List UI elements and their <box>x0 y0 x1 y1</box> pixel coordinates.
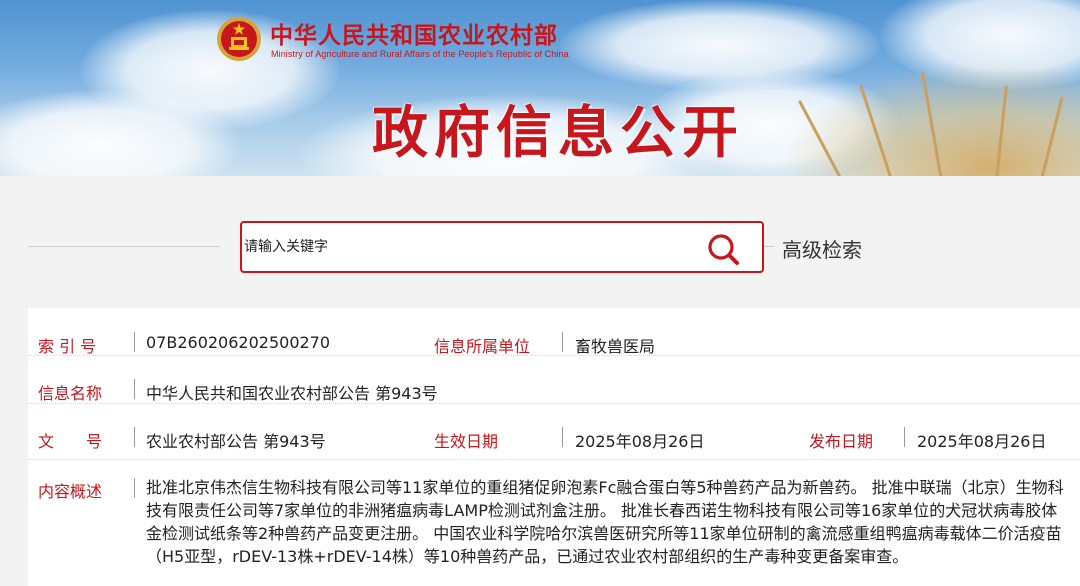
ministry-name-cn: 中华人民共和国农业农村部 <box>270 22 558 49</box>
separator <box>562 427 563 447</box>
unit-value: 畜牧兽医局 <box>575 337 656 356</box>
summary-text: 批准北京伟杰信生物科技有限公司等11家单位的重组猪促卵泡素Fc融合蛋白等5种兽药… <box>146 478 1064 566</box>
separator <box>562 332 563 352</box>
info-row-summary: 内容概述 批准北京伟杰信生物科技有限公司等11家单位的重组猪促卵泡素Fc融合蛋白… <box>28 476 1080 586</box>
advanced-search-link[interactable]: 高级检索 <box>782 234 862 263</box>
index-value: 07B260206202500270 <box>146 333 331 352</box>
info-panel: 索 引 号 07B260206202500270 信息所属单位 畜牧兽医局 信息… <box>28 308 1080 586</box>
summary-label: 内容概述 <box>38 482 103 501</box>
name-label: 信息名称 <box>38 384 103 403</box>
search-box[interactable] <box>240 221 764 273</box>
banner-title: 政府信息公开 <box>372 101 744 166</box>
doc-number-label: 文 号 <box>38 432 103 451</box>
doc-number-value: 农业农村部公告 第943号 <box>146 432 326 451</box>
effective-date-value: 2025年08月26日 <box>575 432 705 451</box>
publish-date-label: 发布日期 <box>809 432 874 451</box>
info-row-doc: 文 号 农业农村部公告 第943号 生效日期 2025年08月26日 发布日期 … <box>28 404 1080 460</box>
search-input[interactable] <box>244 233 684 261</box>
separator <box>134 478 135 498</box>
separator <box>904 427 905 447</box>
wheat-decoration <box>780 60 1080 176</box>
name-value: 中华人民共和国农业农村部公告 第943号 <box>146 384 438 403</box>
index-label: 索 引 号 <box>38 337 97 356</box>
search-icon[interactable] <box>706 232 740 266</box>
unit-label: 信息所属单位 <box>434 337 531 356</box>
effective-date-label: 生效日期 <box>434 432 499 451</box>
ministry-name-en: Ministry of Agriculture and Rural Affair… <box>271 49 569 59</box>
info-row-name: 信息名称 中华人民共和国农业农村部公告 第943号 <box>28 356 1080 404</box>
divider-line <box>28 246 220 247</box>
national-emblem-icon <box>217 17 261 61</box>
publish-date-value: 2025年08月26日 <box>917 432 1047 451</box>
separator <box>134 332 135 352</box>
header-banner: 中华人民共和国农业农村部 Ministry of Agriculture and… <box>0 0 1080 176</box>
info-row-index: 索 引 号 07B260206202500270 信息所属单位 畜牧兽医局 <box>28 308 1080 356</box>
divider-line <box>764 246 774 247</box>
separator <box>134 427 135 447</box>
separator <box>134 379 135 399</box>
